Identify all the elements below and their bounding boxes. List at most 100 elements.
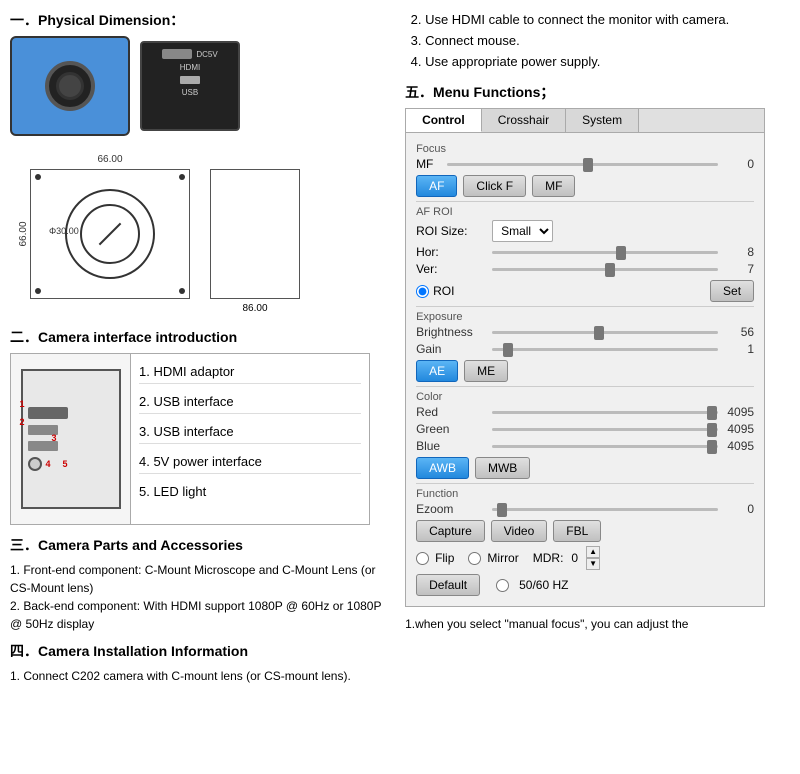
ver-label: Ver: [416,262,486,276]
focus-btn-row: AF Click F MF [416,175,754,197]
hor-slider-thumb [616,246,626,260]
blue-label: Blue [416,439,486,453]
dim-top: 66.00 [97,154,122,165]
camera-images: DC5V HDMI USB [10,36,390,136]
red-label: Red [416,405,486,419]
tab-system[interactable]: System [566,109,639,132]
default-button[interactable]: Default [416,574,480,596]
brightness-value: 56 [724,325,754,339]
menu-tabs: Control Crosshair System [406,109,764,133]
gain-value: 1 [724,342,754,356]
color-label: Color [416,391,754,403]
interface-item-2: 2. USB interface [139,390,361,414]
roi-size-label: ROI Size: [416,224,486,238]
tab-crosshair[interactable]: Crosshair [482,109,566,132]
af-button[interactable]: AF [416,175,457,197]
blue-slider[interactable] [492,439,718,453]
diagram-row: 66.00 66.00 Φ30.00 86.00 [10,151,390,317]
mf-button[interactable]: MF [532,175,575,197]
circle-slash [99,223,122,246]
interface-list: 1. HDMI adaptor 2. USB interface 3. USB … [131,354,369,524]
num4: 4 [46,459,51,469]
hor-value: 8 [724,245,754,259]
clickf-button[interactable]: Click F [463,175,526,197]
parts-section: 三．Camera Parts and Accessories 1. Front-… [10,535,390,633]
hdmi-label: HDMI [180,63,200,72]
green-slider[interactable] [492,422,718,436]
brightness-slider-thumb [594,326,604,340]
hor-row: Hor: 8 [416,245,754,259]
hor-label: Hor: [416,245,486,259]
green-value: 4095 [724,422,754,436]
ver-slider-track [492,268,718,271]
ae-button[interactable]: AE [416,360,458,382]
dim-left: 66.00 [18,221,29,246]
flip-label: Flip [435,551,454,565]
mf-value: 0 [724,157,754,171]
side-diagram-box: 86.00 [210,169,300,299]
dc-label: DC5V [196,50,217,59]
front-diagram: 66.00 66.00 Φ30.00 [30,169,190,299]
mf-slider-track [447,163,718,166]
iface-power [28,457,42,471]
focus-group-label: Focus [416,143,754,155]
divider-2 [416,306,754,307]
set-button[interactable]: Set [710,280,754,302]
roi-radio[interactable] [416,285,429,298]
video-button[interactable]: Video [491,520,547,542]
interface-item-3: 3. USB interface [139,420,361,444]
roi-size-row: ROI Size: Small [416,220,754,242]
front-diagram-box: 66.00 66.00 Φ30.00 [30,169,190,299]
exposure-btn-row: AE ME [416,360,754,382]
ezoom-row: Ezoom 0 [416,502,754,516]
ver-value: 7 [724,262,754,276]
exposure-label: Exposure [416,311,754,323]
brightness-slider[interactable] [492,325,718,339]
flip-radio[interactable] [416,552,429,565]
instruction-3: Connect mouse. [425,31,790,52]
ezoom-slider-thumb [497,503,507,517]
mwb-button[interactable]: MWB [475,457,530,479]
hz-radio[interactable] [496,579,509,592]
brightness-label: Brightness [416,325,486,339]
function-btn-row1: Capture Video FBL [416,520,754,542]
gain-slider-track [492,348,718,351]
mf-slider[interactable] [447,157,718,171]
parts-text: 1. Front-end component: C-Mount Microsco… [10,561,390,633]
num3: 3 [52,433,57,443]
num2: 2 [20,417,25,427]
red-slider[interactable] [492,405,718,419]
ezoom-slider[interactable] [492,502,718,516]
mdr-up[interactable]: ▲ [586,546,600,558]
parts-line2: 2. Back-end component: With HDMI support… [10,599,381,631]
awb-button[interactable]: AWB [416,457,469,479]
tab-control[interactable]: Control [406,109,482,132]
interface-item-5: 5. LED light [139,480,361,503]
corner-dot-bl [35,288,41,294]
capture-button[interactable]: Capture [416,520,485,542]
mf-row: MF 0 [416,157,754,171]
mdr-spinner[interactable]: ▲ ▼ [586,546,600,570]
right-column: Use HDMI cable to connect the monitor wi… [400,10,790,764]
roi-size-select[interactable]: Small [492,220,553,242]
mdr-down[interactable]: ▼ [586,558,600,570]
brightness-row: Brightness 56 [416,325,754,339]
ver-slider[interactable] [492,262,718,276]
camera-lens [45,61,95,111]
hz-label: 50/60 HZ [519,578,568,592]
hor-slider[interactable] [492,245,718,259]
instruction-4: Use appropriate power supply. [425,52,790,73]
gain-slider[interactable] [492,342,718,356]
me-button[interactable]: ME [464,360,508,382]
roi-radio-label: ROI [433,284,454,298]
hdmi-area: 1 [28,407,68,419]
camera-back-photo: DC5V HDMI USB [140,41,240,131]
camera-lens-inner [56,72,84,100]
power-area: 4 5 [28,457,60,471]
mirror-radio[interactable] [468,552,481,565]
front-circle: Φ30.00 [65,189,155,279]
blue-row: Blue 4095 [416,439,754,453]
fbl-button[interactable]: FBL [553,520,601,542]
green-slider-thumb [707,423,717,437]
green-slider-track [492,428,718,431]
